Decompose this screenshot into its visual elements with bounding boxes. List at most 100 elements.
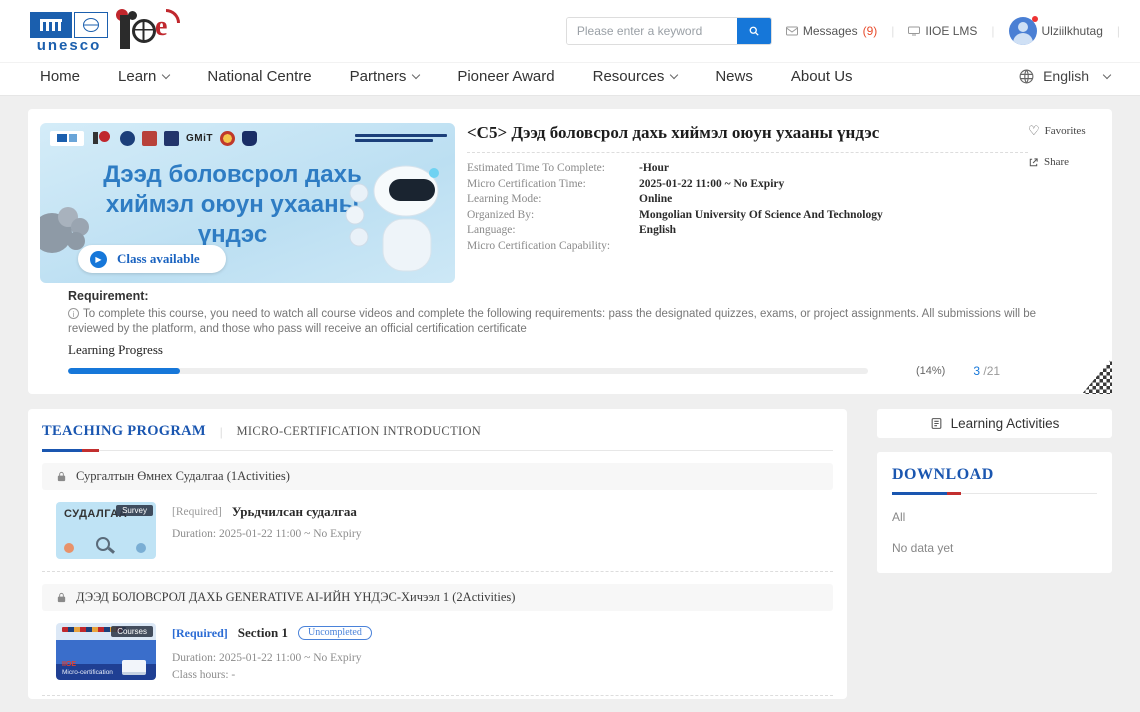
activity-duration: Duration: 2025-01-22 11:00 ~ No Expiry	[172, 651, 372, 666]
messages-count-badge: (9)	[863, 24, 878, 38]
class-available-label: Class available	[117, 251, 200, 267]
share-icon	[1028, 157, 1039, 168]
iioe-lms-link[interactable]: IIOE LMS	[908, 24, 977, 38]
tab-micro-certification-introduction[interactable]: MICRO-CERTIFICATION INTRODUCTION	[237, 424, 482, 439]
search-icon	[748, 25, 760, 37]
learning-progress-section: Learning Progress (14%) 3 /21	[40, 342, 1100, 378]
nav-item-national-centre[interactable]: National Centre	[207, 68, 311, 85]
nav-item-home[interactable]: Home	[40, 68, 80, 85]
separator	[42, 571, 833, 572]
activity-row-presurvey[interactable]: СУДАЛГАА Survey [Required] Урьдчилсан су…	[42, 490, 833, 569]
search-button[interactable]	[737, 18, 771, 44]
share-button[interactable]: Share	[1028, 156, 1100, 168]
detail-label: Micro Certification Time:	[467, 177, 639, 193]
chevron-down-icon	[412, 70, 420, 78]
detail-value: Online	[639, 192, 672, 208]
unesco-logo	[50, 131, 84, 146]
header-divider: |	[991, 24, 994, 38]
section-title: ДЭЭД БОЛОВСРОЛ ДАХЬ GENERATIVE AI-ИЙН ҮН…	[76, 590, 515, 605]
section-header-lesson1[interactable]: ДЭЭД БОЛОВСРОЛ ДАХЬ GENERATIVE AI-ИЙН ҮН…	[42, 584, 833, 611]
share-label: Share	[1044, 156, 1069, 168]
detail-label: Language:	[467, 223, 639, 239]
thumbnail-type-badge: Courses	[111, 626, 153, 637]
messages-link[interactable]: Messages (9)	[786, 24, 877, 38]
learning-activities-button[interactable]: Learning Activities	[877, 409, 1112, 438]
search-input[interactable]	[567, 18, 737, 44]
iioe-logo	[91, 130, 113, 146]
user-menu[interactable]: Ulziilkhutag	[1009, 17, 1103, 45]
detail-label: Micro Certification Capability:	[467, 239, 639, 255]
detail-value: English	[639, 223, 676, 239]
must-emblem-icon	[242, 131, 257, 146]
download-underline	[892, 493, 1097, 494]
clipboard-icon	[930, 417, 943, 430]
lms-label: IIOE LMS	[925, 24, 977, 38]
monitor-icon	[908, 26, 920, 36]
nav-item-pioneer-award[interactable]: Pioneer Award	[457, 68, 554, 85]
activity-duration: Duration: 2025-01-22 11:00 ~ No Expiry	[172, 527, 361, 542]
messages-label: Messages	[803, 24, 858, 38]
university-seal-icon	[164, 131, 179, 146]
username: Ulziilkhutag	[1042, 24, 1103, 38]
unesco-temple-icon	[30, 12, 72, 38]
iioe-logo: e	[114, 9, 180, 53]
tab-teaching-program[interactable]: TEACHING PROGRAM	[42, 423, 206, 440]
download-title: DOWNLOAD	[892, 466, 1097, 484]
activity-thumbnail: СУДАЛГАА Survey	[56, 502, 156, 559]
favorites-button[interactable]: ♡ Favorites	[1028, 123, 1100, 139]
globe-icon	[1018, 68, 1035, 85]
activity-row-test-copy[interactable]: AI Courses [Required] Тест 【copy】 Uncomp…	[42, 696, 833, 699]
thumbnail-type-badge: Survey	[116, 505, 153, 516]
nav-item-partners[interactable]: Partners	[350, 68, 420, 85]
info-icon: i	[68, 308, 79, 319]
activity-row-section1[interactable]: Courses IIOE Micro-certification [Requir…	[42, 611, 833, 693]
required-tag: [Required]	[172, 506, 222, 518]
section-header-presurvey[interactable]: Сургалтын Өмнех Судалгаа (1Activities)	[42, 463, 833, 490]
nav-item-about-us[interactable]: About Us	[791, 68, 853, 85]
nav-item-news[interactable]: News	[715, 68, 753, 85]
nav-item-resources[interactable]: Resources	[593, 68, 678, 85]
banner-logo-strip: GMiT	[40, 123, 455, 146]
robot-illustration	[331, 157, 451, 277]
activity-class-hours: Class hours: -	[172, 668, 372, 683]
gmit-logo: GMiT	[186, 133, 213, 144]
download-filter-all[interactable]: All	[892, 510, 1097, 524]
progress-percent: (14%)	[916, 365, 945, 377]
download-empty-text: No data yet	[892, 541, 1097, 555]
search-box	[566, 17, 772, 45]
activity-title: Урьдчилсан судалгаа	[232, 504, 357, 520]
class-available-button[interactable]: ▶ Class available	[78, 245, 226, 273]
heart-icon: ♡	[1028, 123, 1040, 139]
activity-title: Section 1	[238, 625, 288, 641]
university-seal-icon	[120, 131, 135, 146]
unesco-wordmark: unesco	[37, 38, 102, 53]
requirement-text: iTo complete this course, you need to wa…	[68, 307, 1072, 337]
detail-value: -Hour	[639, 161, 669, 177]
status-badge: Uncompleted	[298, 626, 372, 640]
site-logo[interactable]: unesco e	[30, 9, 180, 53]
activity-thumbnail: Courses IIOE Micro-certification	[56, 623, 156, 680]
detail-label: Estimated Time To Complete:	[467, 161, 639, 177]
learning-progress-label: Learning Progress	[68, 342, 1072, 358]
section-title: Сургалтын Өмнех Судалгаа (1Activities)	[76, 469, 290, 484]
main-navigation: Home Learn National Centre Partners Pion…	[0, 62, 1140, 96]
lock-icon	[56, 592, 67, 603]
chevron-down-icon	[1103, 70, 1111, 78]
right-sidebar: Learning Activities DOWNLOAD All No data…	[877, 409, 1112, 573]
university-seal-icon	[220, 131, 235, 146]
header-divider: |	[891, 24, 894, 38]
language-label: English	[1043, 68, 1089, 84]
nav-item-learn[interactable]: Learn	[118, 68, 169, 85]
progress-bar	[68, 368, 868, 374]
course-summary-card: GMiT Дээд боловсрол дахь хиймэл оюун уха…	[28, 109, 1112, 394]
course-title: <C5> Дээд боловсрол дахь хиймэл оюун уха…	[467, 123, 1028, 153]
language-selector[interactable]: English	[1018, 68, 1110, 85]
favorites-label: Favorites	[1045, 125, 1086, 137]
learning-activities-label: Learning Activities	[951, 416, 1060, 431]
download-card: DOWNLOAD All No data yet	[877, 452, 1112, 573]
progress-fraction: 3 /21	[973, 364, 1000, 378]
required-tag: [Required]	[172, 626, 228, 641]
lock-icon	[56, 471, 67, 482]
chevron-down-icon	[670, 70, 678, 78]
detail-value: 2025-01-22 11:00 ~ No Expiry	[639, 177, 784, 193]
